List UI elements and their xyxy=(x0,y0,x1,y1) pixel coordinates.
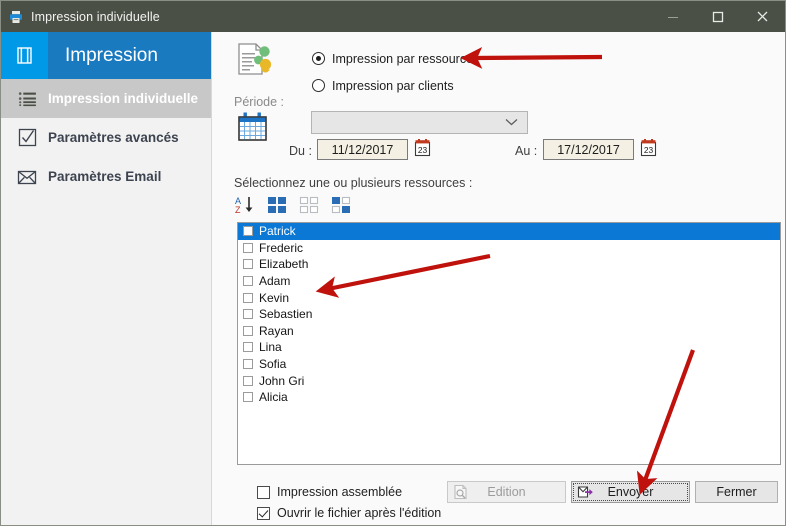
radio-label: Impression par clients xyxy=(332,78,454,93)
list-item-label: Sebastien xyxy=(259,307,313,322)
calendar-23-icon[interactable]: 23 xyxy=(414,139,431,162)
fermer-button[interactable]: Fermer xyxy=(695,481,778,503)
sidebar-item-label: Paramètres avancés xyxy=(48,130,179,145)
date-from-label: Du : xyxy=(289,144,312,158)
envoyer-button-label: Envoyer xyxy=(607,485,654,499)
minimize-button[interactable] xyxy=(650,1,695,32)
chevron-down-icon xyxy=(505,117,518,129)
select-all-icon[interactable] xyxy=(267,195,288,219)
list-item[interactable]: Kevin xyxy=(238,289,780,306)
list-item-checkbox[interactable] xyxy=(243,292,253,303)
window-controls xyxy=(650,1,785,32)
list-item-checkbox[interactable] xyxy=(243,342,253,353)
date-to-label: Au : xyxy=(515,144,538,158)
list-icon xyxy=(12,91,42,107)
list-item-label: Elizabeth xyxy=(259,257,309,272)
list-item-checkbox[interactable] xyxy=(243,259,253,270)
option-ouvrir-fichier[interactable]: Ouvrir le fichier après l'édition xyxy=(257,504,441,522)
radio-indicator xyxy=(312,52,325,65)
list-item[interactable]: Sofia xyxy=(238,356,780,373)
resources-listbox[interactable]: Patrick Frederic Elizabeth Adam Kevin Sebasti… xyxy=(237,222,781,465)
option-label: Ouvrir le fichier après l'édition xyxy=(277,506,442,520)
list-item[interactable]: Elizabeth xyxy=(238,256,780,273)
preview-icon xyxy=(453,484,468,500)
envelope-icon xyxy=(12,168,42,186)
envoyer-button[interactable]: Envoyer xyxy=(571,481,690,503)
calendar-23-icon[interactable]: 23 xyxy=(640,139,657,162)
list-item-checkbox[interactable] xyxy=(243,359,253,370)
sidebar-item-parametres-avances[interactable]: Paramètres avancés xyxy=(1,118,211,157)
list-item[interactable]: Frederic xyxy=(238,240,780,257)
list-item-label: Sofia xyxy=(259,357,287,372)
list-item[interactable]: Lina xyxy=(238,339,780,356)
periode-combobox[interactable] xyxy=(311,111,528,134)
date-to-input[interactable]: 17/12/2017 xyxy=(543,139,634,160)
calendar-icon xyxy=(235,111,270,149)
close-button[interactable] xyxy=(740,1,785,32)
fermer-button-label: Fermer xyxy=(716,485,757,499)
resources-toolbar: A Z xyxy=(234,195,352,219)
sidebar-item-label: Impression individuelle xyxy=(48,91,199,106)
list-item-checkbox[interactable] xyxy=(243,242,253,253)
radio-impression-par-clients[interactable]: Impression par clients xyxy=(312,75,473,96)
film-strip-icon xyxy=(1,32,48,79)
list-item-label: John Gri xyxy=(259,373,305,388)
radio-indicator xyxy=(312,79,325,92)
list-item-checkbox[interactable] xyxy=(243,325,253,336)
window-titlebar: Impression individuelle xyxy=(1,1,785,32)
sidebar-item-parametres-email[interactable]: Paramètres Email xyxy=(1,157,211,196)
list-item-label: Alicia xyxy=(259,390,288,405)
list-item-label: Frederic xyxy=(259,240,304,255)
list-item[interactable]: Rayan xyxy=(238,323,780,340)
sidebar-header: Impression xyxy=(1,32,211,79)
list-item-label: Adam xyxy=(259,274,291,289)
print-mode-radiogroup: Impression par ressource Impression par … xyxy=(312,48,473,96)
svg-text:Z: Z xyxy=(235,205,241,214)
checkbox-indicator xyxy=(257,506,270,520)
impression-individuelle-window: Impression individuelle Impression Impre… xyxy=(0,0,786,526)
sidebar-item-impression-individuelle[interactable]: Impression individuelle xyxy=(1,79,211,118)
svg-text:23: 23 xyxy=(418,145,428,155)
checkbox-icon xyxy=(12,127,42,148)
select-none-icon[interactable] xyxy=(299,195,320,219)
list-item-label: Kevin xyxy=(259,290,290,305)
resources-label: Sélectionnez une ou plusieurs ressources… xyxy=(234,176,473,190)
document-people-icon xyxy=(235,42,275,89)
option-impression-assemblee[interactable]: Impression assemblée xyxy=(257,483,441,501)
sidebar: Impression Impression individuelle Param… xyxy=(1,32,212,525)
list-item-label: Patrick xyxy=(259,224,296,239)
list-item[interactable]: Adam xyxy=(238,273,780,290)
invert-selection-icon[interactable] xyxy=(331,195,352,219)
options-group: Impression assemblée Ouvrir le fichier a… xyxy=(257,483,441,522)
radio-label: Impression par ressource xyxy=(332,51,474,66)
list-item[interactable]: Sebastien xyxy=(238,306,780,323)
window-title: Impression individuelle xyxy=(31,9,160,24)
sidebar-item-label: Paramètres Email xyxy=(48,169,162,184)
svg-text:23: 23 xyxy=(644,145,654,155)
main-panel: Impression par ressource Impression par … xyxy=(212,32,785,525)
option-label: Impression assemblée xyxy=(277,485,403,499)
list-item-checkbox[interactable] xyxy=(243,392,253,403)
send-mail-icon xyxy=(577,485,594,500)
list-item-checkbox[interactable] xyxy=(243,375,253,386)
periode-label: Période : xyxy=(234,95,285,109)
date-from-input[interactable]: 11/12/2017 xyxy=(317,139,408,160)
edition-button[interactable]: Edition xyxy=(447,481,566,503)
edition-button-label: Edition xyxy=(487,485,526,499)
list-item[interactable]: John Gri xyxy=(238,372,780,389)
radio-impression-par-ressource[interactable]: Impression par ressource xyxy=(312,48,473,69)
list-item-checkbox[interactable] xyxy=(243,309,253,320)
list-item-checkbox[interactable] xyxy=(243,276,253,287)
list-item-label: Rayan xyxy=(259,323,294,338)
list-item-checkbox[interactable] xyxy=(243,226,253,237)
resources-list: Patrick Frederic Elizabeth Adam Kevin Sebasti… xyxy=(238,223,780,406)
list-item[interactable]: Alicia xyxy=(238,389,780,406)
sidebar-title: Impression xyxy=(65,44,158,66)
maximize-button[interactable] xyxy=(695,1,740,32)
list-item[interactable]: Patrick xyxy=(238,223,780,240)
checkbox-indicator xyxy=(257,485,270,499)
printer-icon xyxy=(1,1,31,32)
list-item-label: Lina xyxy=(259,340,282,355)
sort-az-icon[interactable]: A Z xyxy=(234,195,256,219)
